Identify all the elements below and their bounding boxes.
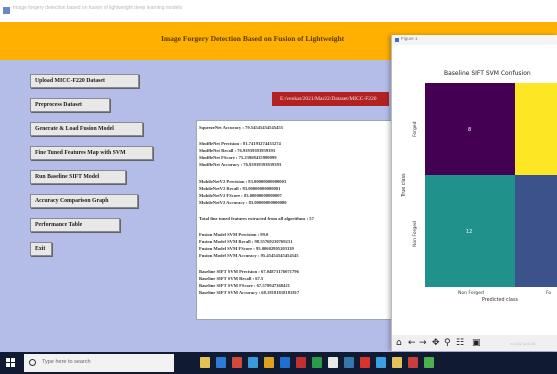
plot-title: Baseline SIFT SVM Confusion bbox=[444, 70, 531, 77]
pan-icon[interactable]: ✥ bbox=[432, 337, 440, 349]
window-title: Image forgery detection based on fusion … bbox=[13, 5, 182, 11]
zoom-icon[interactable]: ⚲ bbox=[444, 337, 451, 349]
app-icon-orange[interactable] bbox=[264, 357, 274, 368]
figure-app-icon bbox=[395, 38, 399, 42]
app-icon bbox=[3, 7, 10, 14]
app-icon-red[interactable] bbox=[232, 357, 242, 368]
output-line: Fusion Model SVM Accuracy : 95.454545454… bbox=[199, 253, 299, 258]
app-icon-blue-2[interactable] bbox=[376, 357, 386, 368]
output-line: Baseline SIFT SVM Accuracy : 68.18181818… bbox=[199, 290, 300, 295]
windows-start-icon[interactable] bbox=[6, 358, 16, 368]
app-icon-green[interactable] bbox=[424, 357, 434, 368]
heatmap-cell-value: 12 bbox=[466, 229, 473, 235]
output-line: Fusion Model SVM Precision : 99.0 bbox=[199, 232, 269, 237]
y-tick-label: Non Forged bbox=[413, 221, 418, 247]
dataset-path-label: E:/venkat/2021/Mar22/Dataset/MICC-F220 bbox=[272, 92, 389, 106]
heatmap-cell bbox=[515, 83, 557, 175]
exit-button[interactable]: Exit bbox=[30, 242, 52, 256]
configure-icon[interactable]: ☷ bbox=[456, 337, 464, 349]
taskbar-search-placeholder: Type here to search bbox=[42, 359, 91, 365]
accuracy-graph-button[interactable]: Accuracy Comparison Graph bbox=[30, 194, 138, 208]
heatmap-cell bbox=[515, 175, 557, 287]
app-icon-red-2[interactable] bbox=[360, 357, 370, 368]
output-line: SqueezeNet Accuracy : 79.54545454545455 bbox=[199, 125, 283, 130]
output-line: Fusion Model SVM FScore : 95.00602805203… bbox=[199, 246, 294, 251]
output-line: MobileNetV2 Recall : 83.00000000000001 bbox=[199, 186, 281, 191]
taskbar: Type here to search bbox=[0, 352, 557, 374]
output-line: Baseline SIFT SVM Recall : 67.5 bbox=[199, 276, 264, 281]
output-line: Baseline SIFT SVM Precision : 67.0487317… bbox=[199, 269, 299, 274]
output-line: ShuffleNet Accuracy : 76.93939393939393 bbox=[199, 162, 282, 167]
y-axis-label: True class bbox=[402, 173, 407, 197]
app-icon-excel[interactable] bbox=[312, 357, 322, 368]
figure-titlebar: Figure 1 bbox=[392, 35, 557, 45]
home-icon[interactable]: ⌂ bbox=[396, 337, 402, 349]
app-icon-blue[interactable] bbox=[248, 357, 258, 368]
cursor-coordinates: x=0.62 y=0.04 bbox=[510, 341, 536, 346]
output-line: MobileNetV2 FScore : 83.00000000000007 bbox=[199, 193, 282, 198]
app-icon-word[interactable] bbox=[280, 357, 290, 368]
y-tick-label: Forged bbox=[413, 121, 418, 137]
fine-tuned-features-button[interactable]: Fine Tuned Features Map with SVM bbox=[30, 146, 153, 160]
python-icon[interactable] bbox=[344, 357, 354, 368]
output-textarea[interactable]: SqueezeNet Accuracy : 79.54545454545455 … bbox=[196, 120, 396, 320]
output-line: Baseline SIFT SVM FScore : 67.5789473684… bbox=[199, 283, 290, 288]
edge-browser-icon[interactable] bbox=[216, 357, 226, 368]
x-axis-label: Predicted class bbox=[482, 298, 518, 303]
taskbar-search-box[interactable]: Type here to search bbox=[24, 354, 174, 372]
run-baseline-sift-button[interactable]: Run Baseline SIFT Model bbox=[30, 170, 126, 184]
forward-arrow-icon[interactable]: → bbox=[419, 337, 427, 349]
back-arrow-icon[interactable]: ← bbox=[408, 337, 416, 349]
x-tick-label: Fo bbox=[546, 291, 552, 296]
output-line: ShuffleNet Precision : 81.74193274433274 bbox=[199, 141, 281, 146]
heatmap-cell-value: 8 bbox=[468, 127, 472, 133]
save-icon[interactable]: ▣ bbox=[472, 337, 481, 349]
search-icon bbox=[29, 359, 36, 366]
output-line: ShuffleNet FScore : 75.23968435990099 bbox=[199, 155, 277, 160]
file-explorer-icon[interactable] bbox=[200, 357, 210, 368]
output-line: Fusion Model SVM Recall : 98.55769230769… bbox=[199, 239, 293, 244]
banner-title: Image Forgery Detection Based on Fusion … bbox=[161, 34, 345, 43]
figure-window-title: Figure 1 bbox=[401, 36, 418, 41]
app-icon-yellow[interactable] bbox=[392, 357, 402, 368]
output-line: MobileNetV2 Precision : 83.0000000000000… bbox=[199, 179, 287, 184]
figure-window[interactable]: Figure 1 Baseline SIFT SVM Confusion 8 1… bbox=[391, 35, 557, 351]
output-line: MobileNetV2 Accuracy : 83.00000000000000 bbox=[199, 200, 287, 205]
app-icon-red-3[interactable] bbox=[408, 357, 418, 368]
x-tick-label: Non Forged bbox=[458, 291, 484, 296]
output-line: ShuffleNet Recall : 76.93939393939393 bbox=[199, 148, 276, 153]
figure-toolbar: ⌂ ← → ✥ ⚲ ☷ ▣ x=0.62 y=0.04 bbox=[392, 335, 557, 351]
upload-dataset-button[interactable]: Upload MICC-F220 Dataset bbox=[30, 74, 139, 88]
output-line: Total fine tuned features extracted from… bbox=[199, 216, 314, 221]
python-app-icon[interactable] bbox=[328, 357, 338, 368]
performance-table-button[interactable]: Performance Table bbox=[30, 218, 120, 232]
generate-fusion-model-button[interactable]: Generate & Load Fusion Model bbox=[30, 122, 143, 136]
preprocess-dataset-button[interactable]: Preprocess Dataset bbox=[30, 98, 110, 112]
window-titlebar: Image forgery detection based on fusion … bbox=[0, 0, 557, 22]
app-icon-powerpoint[interactable] bbox=[296, 357, 306, 368]
